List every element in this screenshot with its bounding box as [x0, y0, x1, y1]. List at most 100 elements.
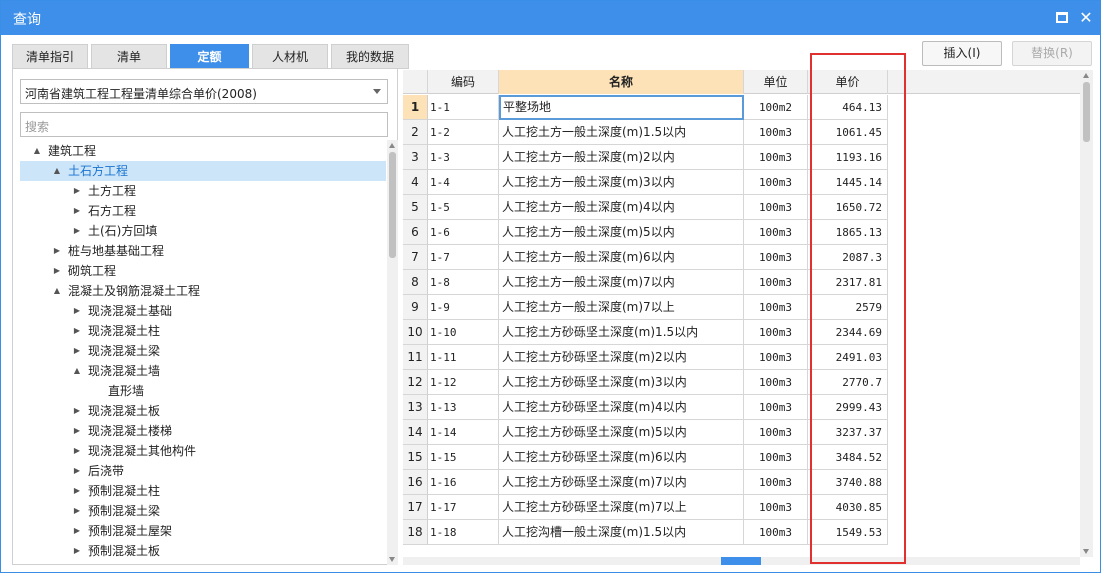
name-cell[interactable]: 人工挖土方砂砾坚土深度(m)2以内 [499, 345, 744, 370]
name-cell[interactable]: 人工挖土方一般土深度(m)4以内 [499, 195, 744, 220]
scroll-down-icon[interactable] [389, 557, 395, 562]
unit-cell[interactable]: 100m3 [744, 220, 808, 245]
tree-node[interactable]: ▶ 土(石)方回填 [20, 221, 386, 241]
tree-node[interactable]: ▶ 预制混凝土柱 [20, 481, 386, 501]
table-row[interactable]: 9 1-9 人工挖土方一般土深度(m)7以上 100m3 2579 [403, 295, 1080, 320]
insert-button[interactable]: 插入(I) [922, 41, 1002, 66]
unit-cell[interactable]: 100m3 [744, 395, 808, 420]
code-cell[interactable]: 1-15 [428, 445, 499, 470]
tree-node[interactable]: ▶ 现浇混凝土基础 [20, 301, 386, 321]
price-cell[interactable]: 1549.53 [808, 520, 888, 545]
expanded-arrow-icon[interactable]: ▲ [72, 361, 82, 381]
table-row[interactable]: 11 1-11 人工挖土方砂砾坚土深度(m)2以内 100m3 2491.03 [403, 345, 1080, 370]
code-cell[interactable]: 1-11 [428, 345, 499, 370]
table-row[interactable]: 14 1-14 人工挖土方砂砾坚土深度(m)5以内 100m3 3237.37 [403, 420, 1080, 445]
code-cell[interactable]: 1-17 [428, 495, 499, 520]
tree-node[interactable]: ▲ 混凝土及钢筋混凝土工程 [20, 281, 386, 301]
code-cell[interactable]: 1-14 [428, 420, 499, 445]
tree-node[interactable]: ▶ 土方工程 [20, 181, 386, 201]
code-cell[interactable]: 1-3 [428, 145, 499, 170]
tree-scroll-thumb[interactable] [389, 152, 396, 258]
price-cell[interactable]: 2344.69 [808, 320, 888, 345]
collapsed-arrow-icon[interactable]: ▶ [72, 481, 82, 501]
name-cell[interactable]: 人工挖土方砂砾坚土深度(m)5以内 [499, 420, 744, 445]
code-cell[interactable]: 1-1 [428, 95, 499, 120]
tree-node[interactable]: ▶ 现浇混凝土梁 [20, 341, 386, 361]
unit-cell[interactable]: 100m3 [744, 120, 808, 145]
table-row[interactable]: 16 1-16 人工挖土方砂砾坚土深度(m)7以内 100m3 3740.88 [403, 470, 1080, 495]
price-cell[interactable]: 3740.88 [808, 470, 888, 495]
name-cell[interactable]: 人工挖土方砂砾坚土深度(m)1.5以内 [499, 320, 744, 345]
tree-scrollbar[interactable] [387, 140, 398, 565]
unit-cell[interactable]: 100m3 [744, 295, 808, 320]
collapsed-arrow-icon[interactable]: ▶ [72, 301, 82, 321]
code-cell[interactable]: 1-16 [428, 470, 499, 495]
code-cell[interactable]: 1-5 [428, 195, 499, 220]
tab-quota[interactable]: 定额 [170, 44, 249, 69]
price-cell[interactable]: 2087.3 [808, 245, 888, 270]
code-cell[interactable]: 1-13 [428, 395, 499, 420]
tree-node[interactable]: ▶ 现浇混凝土板 [20, 401, 386, 421]
price-cell[interactable]: 2317.81 [808, 270, 888, 295]
unit-cell[interactable]: 100m3 [744, 195, 808, 220]
unit-cell[interactable]: 100m3 [744, 345, 808, 370]
tree-node[interactable]: 直形墙 [20, 381, 386, 401]
tree-node[interactable]: ▶ 砌筑工程 [20, 261, 386, 281]
price-cell[interactable]: 1650.72 [808, 195, 888, 220]
name-cell[interactable]: 人工挖土方一般土深度(m)1.5以内 [499, 120, 744, 145]
tree-node[interactable]: ▲ 土石方工程 [20, 161, 386, 181]
collapsed-arrow-icon[interactable]: ▶ [72, 441, 82, 461]
code-cell[interactable]: 1-18 [428, 520, 499, 545]
price-cell[interactable]: 3484.52 [808, 445, 888, 470]
price-cell[interactable]: 2491.03 [808, 345, 888, 370]
unit-cell[interactable]: 100m3 [744, 320, 808, 345]
unit-cell[interactable]: 100m3 [744, 270, 808, 295]
expanded-arrow-icon[interactable]: ▲ [32, 141, 42, 161]
tree-node[interactable]: ▶ 现浇混凝土其他构件 [20, 441, 386, 461]
table-hscrollbar[interactable] [403, 557, 1080, 565]
collapsed-arrow-icon[interactable]: ▶ [72, 341, 82, 361]
collapsed-arrow-icon[interactable]: ▶ [72, 401, 82, 421]
code-cell[interactable]: 1-2 [428, 120, 499, 145]
collapsed-arrow-icon[interactable]: ▶ [72, 201, 82, 221]
tree-node[interactable]: ▶ 预制混凝土屋架 [20, 521, 386, 541]
name-cell[interactable]: 人工挖土方砂砾坚土深度(m)7以内 [499, 470, 744, 495]
unit-cell[interactable]: 100m3 [744, 495, 808, 520]
replace-button[interactable]: 替换(R) [1012, 41, 1092, 66]
collapsed-arrow-icon[interactable]: ▶ [72, 421, 82, 441]
table-row[interactable]: 18 1-18 人工挖沟槽一般土深度(m)1.5以内 100m3 1549.53 [403, 520, 1080, 545]
table-scrollbar[interactable] [1080, 70, 1093, 557]
search-input[interactable]: 搜索 [20, 112, 388, 137]
price-cell[interactable]: 1865.13 [808, 220, 888, 245]
table-row[interactable]: 4 1-4 人工挖土方一般土深度(m)3以内 100m3 1445.14 [403, 170, 1080, 195]
expanded-arrow-icon[interactable]: ▲ [52, 161, 62, 181]
code-cell[interactable]: 1-6 [428, 220, 499, 245]
tree-node[interactable]: ▶ 预制混凝土梁 [20, 501, 386, 521]
table-row[interactable]: 8 1-8 人工挖土方一般土深度(m)7以内 100m3 2317.81 [403, 270, 1080, 295]
name-cell[interactable]: 人工挖沟槽一般土深度(m)1.5以内 [499, 520, 744, 545]
table-row[interactable]: 1 1-1 平整场地 100m2 464.13 [403, 95, 1080, 120]
table-row[interactable]: 6 1-6 人工挖土方一般土深度(m)5以内 100m3 1865.13 [403, 220, 1080, 245]
name-column-header[interactable]: 名称 [499, 70, 744, 94]
name-cell[interactable]: 人工挖土方一般土深度(m)5以内 [499, 220, 744, 245]
code-cell[interactable]: 1-12 [428, 370, 499, 395]
unit-cell[interactable]: 100m3 [744, 370, 808, 395]
tree-node[interactable]: ▲ 建筑工程 [20, 141, 386, 161]
tree-node[interactable]: ▲ 现浇混凝土墙 [20, 361, 386, 381]
expanded-arrow-icon[interactable]: ▲ [52, 281, 62, 301]
unit-cell[interactable]: 100m3 [744, 445, 808, 470]
code-cell[interactable]: 1-9 [428, 295, 499, 320]
collapsed-arrow-icon[interactable]: ▶ [72, 221, 82, 241]
collapsed-arrow-icon[interactable]: ▶ [72, 521, 82, 541]
collapsed-arrow-icon[interactable]: ▶ [52, 261, 62, 281]
tab-my-data[interactable]: 我的数据 [331, 44, 409, 69]
hscroll-marker[interactable] [721, 557, 761, 565]
table-row[interactable]: 3 1-3 人工挖土方一般土深度(m)2以内 100m3 1193.16 [403, 145, 1080, 170]
unit-cell[interactable]: 100m2 [744, 95, 808, 120]
price-cell[interactable]: 464.13 [808, 95, 888, 120]
table-row[interactable]: 7 1-7 人工挖土方一般土深度(m)6以内 100m3 2087.3 [403, 245, 1080, 270]
scroll-up-icon[interactable] [389, 143, 395, 148]
collapsed-arrow-icon[interactable]: ▶ [72, 181, 82, 201]
price-cell[interactable]: 1445.14 [808, 170, 888, 195]
tab-bill[interactable]: 清单 [91, 44, 167, 69]
